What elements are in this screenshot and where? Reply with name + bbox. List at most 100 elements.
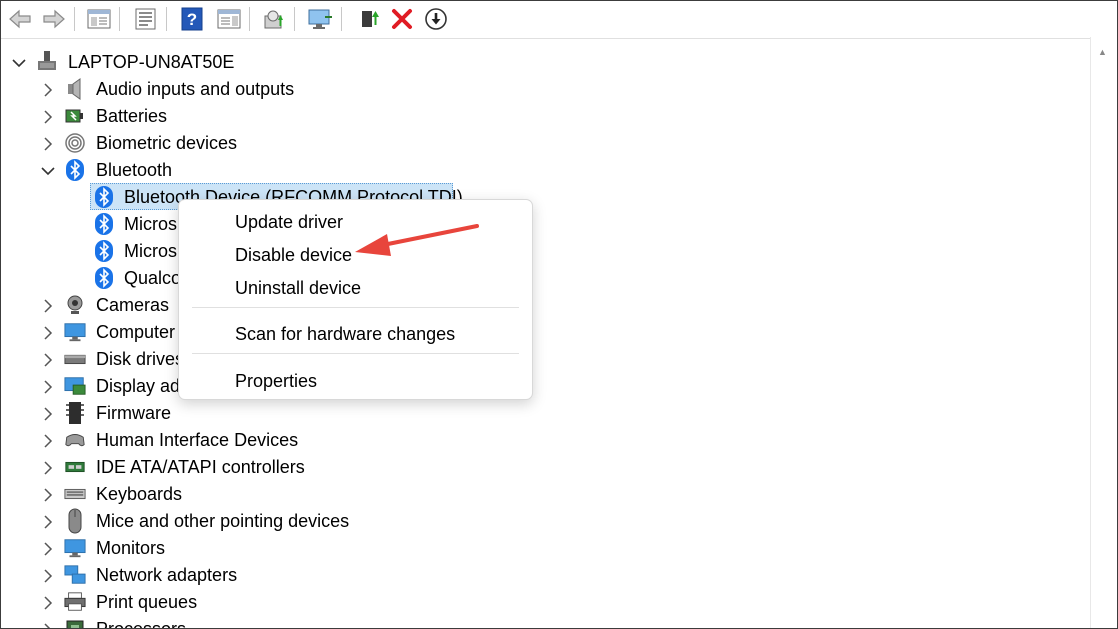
chevron-right-icon[interactable] bbox=[41, 461, 55, 475]
chevron-right-icon[interactable] bbox=[41, 326, 55, 340]
chevron-down-icon[interactable] bbox=[12, 56, 26, 70]
tree-category-row[interactable]: IDE ATA/ATAPI controllers bbox=[1, 454, 1091, 481]
toolbar-separator bbox=[341, 7, 342, 31]
bluetooth-device-row[interactable]: Micros bbox=[1, 238, 1091, 265]
toolbar: ? bbox=[1, 1, 1117, 37]
menu-separator bbox=[192, 353, 519, 354]
computer-icon bbox=[64, 321, 86, 343]
bluetooth-device-label[interactable]: Micros bbox=[124, 211, 177, 238]
tree-category-row[interactable]: Computer bbox=[1, 319, 1091, 346]
tree-category-row[interactable]: Bluetooth bbox=[1, 157, 1091, 184]
tree-category-label[interactable]: IDE ATA/ATAPI controllers bbox=[96, 454, 305, 481]
help-icon[interactable]: ? bbox=[179, 6, 205, 32]
chevron-right-icon[interactable] bbox=[41, 299, 55, 313]
chevron-right-icon[interactable] bbox=[41, 596, 55, 610]
tree-category-label[interactable]: Mice and other pointing devices bbox=[96, 508, 349, 535]
tree-category-label[interactable]: Network adapters bbox=[96, 562, 237, 589]
chevron-right-icon[interactable] bbox=[41, 542, 55, 556]
bluetooth-icon bbox=[93, 213, 115, 235]
tree-category-row[interactable]: Firmware bbox=[1, 400, 1091, 427]
tree-category-label[interactable]: Biometric devices bbox=[96, 130, 237, 157]
bluetooth-icon bbox=[93, 186, 115, 208]
hid-icon bbox=[64, 429, 86, 451]
firmware-icon bbox=[64, 402, 86, 424]
context-menu: Update driver Disable device Uninstall d… bbox=[178, 199, 533, 400]
chevron-right-icon[interactable] bbox=[41, 488, 55, 502]
tree-category-label[interactable]: Print queues bbox=[96, 589, 197, 616]
tree-category-label[interactable]: Human Interface Devices bbox=[96, 427, 298, 454]
tree-category-row[interactable]: Cameras bbox=[1, 292, 1091, 319]
tree-category-row[interactable]: Human Interface Devices bbox=[1, 427, 1091, 454]
show-hide-console-tree-icon[interactable] bbox=[86, 6, 112, 32]
speaker-icon bbox=[64, 78, 86, 100]
chevron-right-icon[interactable] bbox=[41, 515, 55, 529]
tree-category-label[interactable]: Batteries bbox=[96, 103, 167, 130]
menu-item-properties[interactable]: Properties bbox=[235, 368, 317, 394]
tree-category-label[interactable]: Bluetooth bbox=[96, 157, 172, 184]
tree-category-label[interactable]: Keyboards bbox=[96, 481, 182, 508]
tree-category-label[interactable]: Cameras bbox=[96, 292, 169, 319]
tree-category-label[interactable]: Processors bbox=[96, 616, 186, 628]
battery-icon bbox=[64, 105, 86, 127]
tree-category-label[interactable]: Monitors bbox=[96, 535, 165, 562]
menu-item-uninstall-device[interactable]: Uninstall device bbox=[235, 275, 361, 301]
tree-category-row[interactable]: Disk drives bbox=[1, 346, 1091, 373]
disable-device-icon[interactable] bbox=[423, 6, 449, 32]
action-pane-icon[interactable] bbox=[216, 6, 242, 32]
tree-category-label[interactable]: Display ad bbox=[96, 373, 180, 400]
printer-icon bbox=[64, 591, 86, 613]
chevron-right-icon[interactable] bbox=[41, 83, 55, 97]
monitor-icon bbox=[64, 537, 86, 559]
menu-item-scan-hardware[interactable]: Scan for hardware changes bbox=[235, 321, 455, 347]
tree-category-label[interactable]: Firmware bbox=[96, 400, 171, 427]
tree-category-label[interactable]: Audio inputs and outputs bbox=[96, 76, 294, 103]
chevron-right-icon[interactable] bbox=[41, 137, 55, 151]
display-adapter-icon bbox=[64, 375, 86, 397]
menu-item-update-driver[interactable]: Update driver bbox=[235, 209, 343, 235]
chevron-right-icon[interactable] bbox=[41, 380, 55, 394]
disk-drive-icon bbox=[64, 348, 86, 370]
scan-hardware-icon[interactable] bbox=[307, 6, 333, 32]
properties-sheet-icon[interactable] bbox=[133, 6, 159, 32]
chevron-right-icon[interactable] bbox=[41, 434, 55, 448]
tree-category-row[interactable]: Biometric devices bbox=[1, 130, 1091, 157]
tree-category-label[interactable]: Computer bbox=[96, 319, 175, 346]
tree-category-row[interactable]: Monitors bbox=[1, 535, 1091, 562]
tree-category-row[interactable]: Keyboards bbox=[1, 481, 1091, 508]
scroll-up-arrow-icon[interactable]: ▲ bbox=[1098, 47, 1107, 57]
bluetooth-device-row[interactable]: Qualco bbox=[1, 265, 1091, 292]
menu-item-disable-device[interactable]: Disable device bbox=[235, 242, 352, 268]
tree-category-row[interactable]: Mice and other pointing devices bbox=[1, 508, 1091, 535]
chevron-right-icon[interactable] bbox=[41, 407, 55, 421]
forward-arrow-icon[interactable] bbox=[41, 6, 67, 32]
root-computer-label[interactable]: LAPTOP-UN8AT50E bbox=[68, 49, 234, 76]
vertical-scrollbar[interactable]: ▲ bbox=[1090, 37, 1117, 628]
chevron-right-icon[interactable] bbox=[41, 110, 55, 124]
bluetooth-icon bbox=[93, 267, 115, 289]
tree-category-row[interactable]: Print queues bbox=[1, 589, 1091, 616]
toolbar-separator bbox=[249, 7, 250, 31]
tree-category-label[interactable]: Disk drives bbox=[96, 346, 184, 373]
mouse-icon bbox=[64, 508, 86, 534]
chevron-right-icon[interactable] bbox=[41, 623, 55, 628]
processor-icon bbox=[64, 618, 86, 628]
update-driver-icon[interactable] bbox=[261, 6, 287, 32]
enable-device-icon[interactable] bbox=[356, 6, 382, 32]
tree-category-row[interactable]: Network adapters bbox=[1, 562, 1091, 589]
bluetooth-device-row[interactable]: Bluetooth Device (RFCOMM Protocol TDI) bbox=[1, 184, 1091, 211]
chevron-right-icon[interactable] bbox=[41, 569, 55, 583]
tree-category-row[interactable]: Display ad bbox=[1, 373, 1091, 400]
uninstall-device-icon[interactable] bbox=[389, 6, 415, 32]
menu-separator bbox=[192, 307, 519, 308]
tree-category-row[interactable]: Audio inputs and outputs bbox=[1, 76, 1091, 103]
bluetooth-device-label[interactable]: Micros bbox=[124, 238, 177, 265]
bluetooth-icon bbox=[93, 240, 115, 262]
bluetooth-device-label[interactable]: Qualco bbox=[124, 265, 181, 292]
back-arrow-icon[interactable] bbox=[7, 6, 33, 32]
bluetooth-device-row[interactable]: Micros bbox=[1, 211, 1091, 238]
svg-text:?: ? bbox=[187, 10, 197, 29]
chevron-down-icon[interactable] bbox=[41, 164, 55, 178]
chevron-right-icon[interactable] bbox=[41, 353, 55, 367]
tree-category-row[interactable]: Processors bbox=[1, 616, 1091, 628]
tree-category-row[interactable]: Batteries bbox=[1, 103, 1091, 130]
